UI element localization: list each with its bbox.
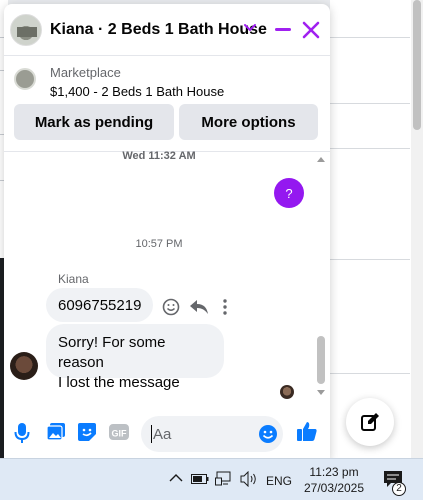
like-icon[interactable] xyxy=(296,420,318,442)
message-line: I lost the message xyxy=(58,374,180,391)
timestamp-divider: Wed 11:32 AM xyxy=(122,150,196,162)
message-line: Sorry! For some reason xyxy=(58,334,166,371)
marketplace-label: Marketplace xyxy=(50,65,121,80)
image-icon[interactable] xyxy=(46,422,66,442)
more-options-button[interactable]: More options xyxy=(179,104,318,140)
clock[interactable]: 11:23 pm 27/03/2025 xyxy=(300,464,368,496)
chat-header: Kiana · 2 Beds 1 Bath House xyxy=(4,4,330,56)
message-composer: GIF Aa xyxy=(4,408,330,460)
new-message-button[interactable] xyxy=(346,398,394,446)
chevron-up-icon[interactable] xyxy=(169,473,183,483)
svg-text:GIF: GIF xyxy=(112,429,128,439)
language-indicator[interactable]: ENG xyxy=(266,474,292,488)
network-icon[interactable] xyxy=(215,471,233,487)
taskbar: ENG 11:23 pm 27/03/2025 2 xyxy=(0,458,423,500)
close-icon[interactable] xyxy=(301,20,321,40)
message-scrollbar[interactable] xyxy=(314,152,328,402)
page-scrollbar[interactable] xyxy=(411,0,423,458)
battery-icon[interactable] xyxy=(191,473,209,485)
page-scrollbar-thumb[interactable] xyxy=(413,0,421,130)
listing-image[interactable] xyxy=(14,68,36,90)
message-list: Wed 11:32 AM ? 10:57 PM Kiana 6096755219… xyxy=(4,150,330,402)
sticker-icon[interactable] xyxy=(77,422,97,442)
notification-count-badge: 2 xyxy=(392,482,406,496)
scroll-up-arrow-icon[interactable] xyxy=(317,157,325,162)
text-caret xyxy=(151,425,152,443)
message-input[interactable]: Aa xyxy=(141,416,283,452)
incoming-message[interactable]: Sorry! For some reason I lost the messag… xyxy=(46,324,224,391)
message-input-placeholder: Aa xyxy=(153,426,172,443)
scroll-down-arrow-icon[interactable] xyxy=(317,390,325,395)
seen-avatar xyxy=(280,385,294,399)
chevron-down-icon[interactable] xyxy=(242,20,258,36)
clock-date: 27/03/2025 xyxy=(303,481,365,495)
gif-icon[interactable]: GIF xyxy=(108,422,130,442)
avatar[interactable] xyxy=(10,352,38,380)
react-emoji-icon[interactable] xyxy=(162,298,180,316)
microphone-icon[interactable] xyxy=(14,422,30,444)
incoming-message[interactable]: 6096755219 xyxy=(46,288,154,322)
mark-as-pending-button[interactable]: Mark as pending xyxy=(14,104,174,140)
timestamp-divider: 10:57 PM xyxy=(135,238,183,250)
message-scrollbar-thumb[interactable] xyxy=(317,336,325,384)
emoji-icon[interactable] xyxy=(258,424,278,444)
compose-icon xyxy=(361,413,379,431)
outgoing-message[interactable]: ? xyxy=(274,178,304,208)
reply-icon[interactable] xyxy=(189,298,209,316)
listing-price-title[interactable]: $1,400 - 2 Beds 1 Bath House xyxy=(50,84,224,99)
background-page-right xyxy=(330,0,423,458)
volume-icon[interactable] xyxy=(240,471,258,487)
sender-name: Kiana xyxy=(58,272,89,286)
minimize-button[interactable] xyxy=(275,28,291,31)
clock-time: 11:23 pm xyxy=(309,465,359,479)
chat-title[interactable]: Kiana · 2 Beds 1 Bath House xyxy=(50,21,267,39)
listing-panel: Marketplace $1,400 - 2 Beds 1 Bath House… xyxy=(4,56,330,152)
more-vertical-icon[interactable] xyxy=(222,298,228,316)
listing-thumbnail[interactable] xyxy=(10,14,42,46)
chat-window: Kiana · 2 Beds 1 Bath House Marketplace … xyxy=(4,4,330,460)
